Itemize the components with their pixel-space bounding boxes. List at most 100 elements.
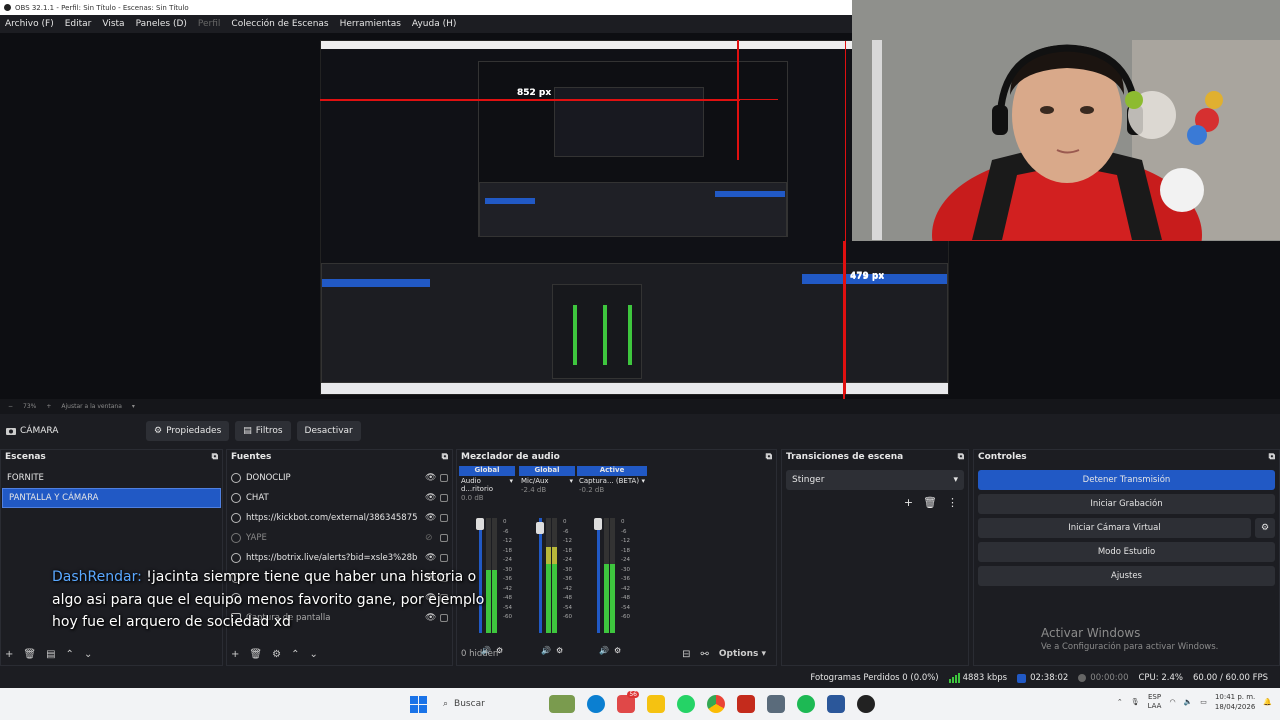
source-item-label: CHAT [246,493,269,503]
menu-edit[interactable]: Editar [65,19,92,29]
link-icon[interactable]: ⚯ [701,649,709,660]
zoom-in-button[interactable]: + [46,403,51,410]
volume-slider[interactable] [597,518,600,633]
file-explorer-icon[interactable] [647,695,665,713]
whatsapp-icon[interactable] [677,695,695,713]
undock-icon[interactable]: ⧉ [442,452,448,462]
zoom-out-button[interactable]: − [8,403,13,410]
options-menu[interactable]: Options ▾ [719,649,766,659]
channel-db: 0.0 dB [461,494,484,502]
wifi-icon[interactable]: ◠ [1169,698,1175,706]
move-down-icon[interactable]: ⌄ [84,649,92,660]
camera-source-border [737,40,739,160]
scene-item-pantalla-y-camara[interactable]: PANTALLA Y CÁMARA [2,488,221,508]
trash-icon[interactable]: 🗑 [249,649,262,660]
source-item-donoclip[interactable]: DONOCLIP 👁 [227,468,452,488]
calculator-icon[interactable] [767,695,785,713]
eye-icon[interactable]: 👁 [425,493,436,503]
move-up-icon[interactable]: ⌃ [66,649,74,660]
obs-taskbar-icon[interactable]: 56 [617,691,639,713]
undock-icon[interactable]: ⧉ [1269,452,1275,462]
move-up-icon[interactable]: ⌃ [291,649,299,660]
stop-streaming-button[interactable]: Detener Transmisión [978,470,1275,490]
move-down-icon[interactable]: ⌄ [309,649,317,660]
microphone-icon[interactable]: 🎙 [1131,698,1140,706]
clock[interactable]: 10:41 p. m. 18/04/2026 [1215,692,1255,712]
taskbar-search[interactable]: ⌕ Buscar [443,699,543,709]
volume-knob[interactable] [594,518,602,530]
zoom-fit-label[interactable]: Ajustar a la ventana [61,403,122,410]
eye-icon[interactable]: 👁 [425,473,436,483]
studio-mode-button[interactable]: Modo Estudio [978,542,1275,562]
tray-chevron-up-icon[interactable]: ⌃ [1117,698,1123,706]
battery-icon[interactable]: ▭ [1200,698,1207,706]
add-transition-icon[interactable]: + [904,496,913,509]
transition-select[interactable]: Stinger ▾ [786,470,964,490]
chevron-down-icon[interactable]: ▾ [132,403,135,410]
trash-icon[interactable]: 🗑 [23,649,36,660]
lock-icon[interactable] [440,474,448,482]
lock-icon[interactable] [440,514,448,522]
undock-icon[interactable]: ⧉ [212,452,218,462]
source-item-yape[interactable]: YAPE ⊘ [227,528,452,548]
source-item-chat[interactable]: CHAT 👁 [227,488,452,508]
source-item-botrix[interactable]: https://botrix.live/alerts?bid=xsle3%28b… [227,548,452,568]
lock-icon[interactable] [440,494,448,502]
lock-icon[interactable] [440,534,448,542]
virtual-cam-settings-button[interactable]: ⚙ [1255,518,1275,538]
volume-knob[interactable] [476,518,484,530]
rec-time: 00:00:00 [1090,673,1129,683]
nested-stop-button [715,191,785,197]
obs-studio-icon[interactable] [857,695,875,713]
sources-dock-header: Fuentes ⧉ [227,450,452,464]
windows-start-icon[interactable] [410,695,427,713]
browser-source-icon [231,513,241,523]
menu-help[interactable]: Ayuda (H) [412,19,456,29]
properties-button[interactable]: ⚙ Propiedades [146,421,230,441]
volume-knob[interactable] [536,522,544,534]
eye-icon[interactable]: 👁 [425,513,436,523]
notification-bell-icon[interactable]: 🔔 [1263,698,1272,706]
source-item-kickbot[interactable]: https://kickbot.com/external/386345875 👁 [227,508,452,528]
undock-icon[interactable]: ⧉ [958,452,964,462]
menu-view[interactable]: Vista [102,19,124,29]
add-source-icon[interactable]: + [231,649,239,660]
channel-name-dropdown[interactable]: Audio d...ritorio ▾ [459,476,515,494]
app-t-icon[interactable] [737,695,755,713]
deactivate-button[interactable]: Desactivar [296,421,361,441]
widgets-landscape-icon[interactable] [549,695,575,713]
word-icon[interactable] [827,695,845,713]
start-virtual-camera-button[interactable]: Iniciar Cámara Virtual [978,518,1251,538]
lock-icon[interactable] [440,554,448,562]
chrome-icon[interactable] [707,695,725,713]
language-indicator[interactable]: ESP LAA [1148,693,1162,711]
volume-slider[interactable] [539,518,542,633]
mixer-layout-icon[interactable]: ⊟ [682,649,690,660]
start-recording-button[interactable]: Iniciar Grabación [978,494,1275,514]
nested-scene-highlight [322,279,430,287]
chat-overlay: DashRendar: !jacinta siempre tiene que h… [52,566,532,634]
eye-icon[interactable]: 👁 [425,553,436,563]
undock-icon[interactable]: ⧉ [766,452,772,462]
add-scene-icon[interactable]: + [5,649,13,660]
channel-name-dropdown[interactable]: Mic/Aux ▾ [519,476,575,486]
browser-source-icon [231,553,241,563]
gear-icon[interactable]: ⚙ [272,649,281,660]
menu-scene-collection[interactable]: Colección de Escenas [231,19,328,29]
spotify-icon[interactable] [797,695,815,713]
edge-browser-icon[interactable] [587,695,605,713]
trash-icon[interactable]: 🗑 [923,496,937,509]
volume-icon[interactable]: 🔈 [1184,698,1193,706]
more-options-icon[interactable]: ⋮ [947,496,958,509]
scene-item-fornite[interactable]: FORNITE [1,468,222,488]
nested-preview-inner [554,87,704,157]
settings-button[interactable]: Ajustes [978,566,1275,586]
eye-hidden-icon[interactable]: ⊘ [425,533,435,543]
scene-filters-icon[interactable]: ▤ [46,649,55,660]
chat-username: DashRendar: [52,569,142,585]
menu-tools[interactable]: Herramientas [340,19,401,29]
menu-file[interactable]: Archivo (F) [5,19,54,29]
channel-name-dropdown[interactable]: Captura... (BETA) ▾ [577,476,647,486]
menu-docks[interactable]: Paneles (D) [136,19,187,29]
filters-button[interactable]: ▤ Filtros [235,421,291,441]
